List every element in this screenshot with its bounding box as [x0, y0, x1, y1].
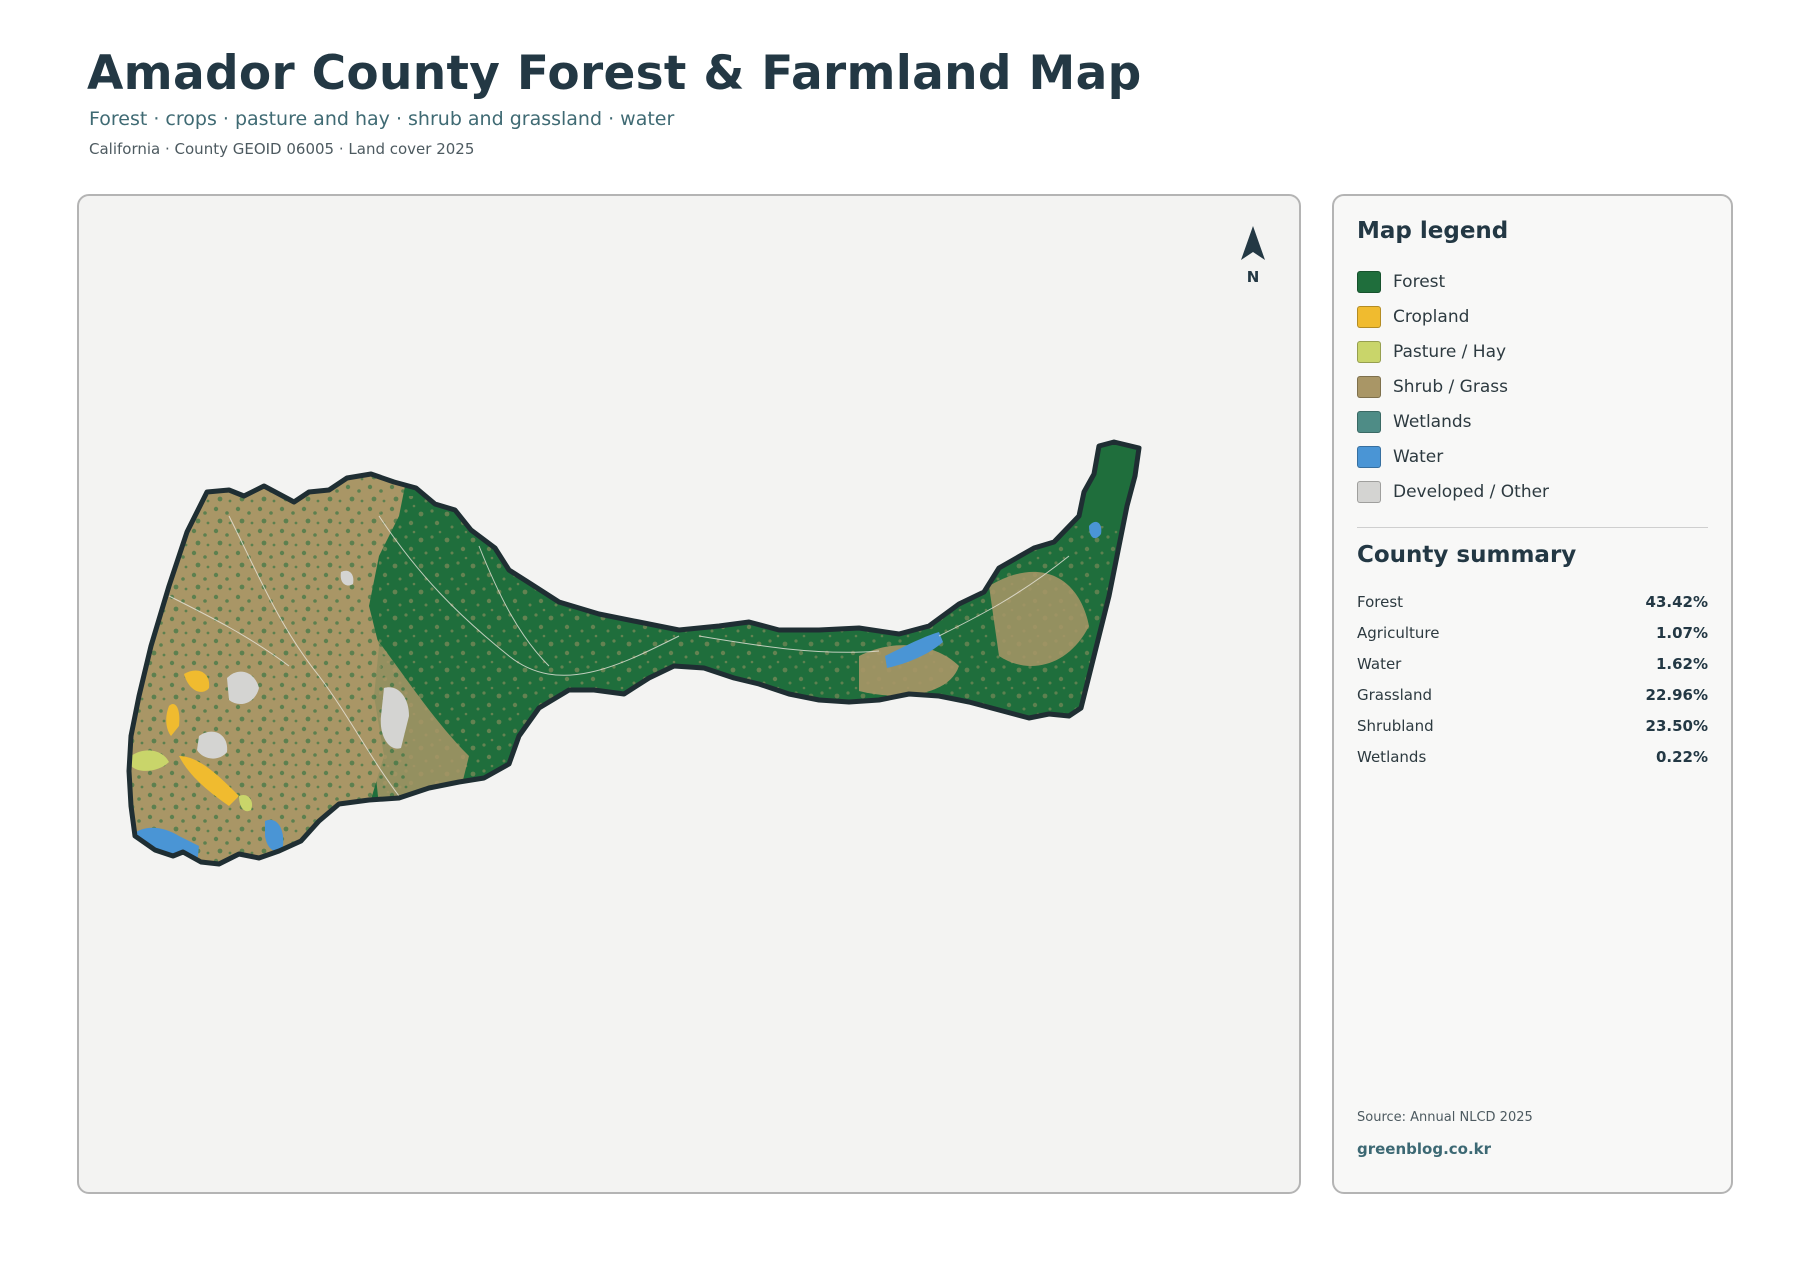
page-title: Amador County Forest & Farmland Map: [87, 46, 1142, 101]
summary-label: Grassland: [1357, 685, 1432, 704]
legend-label: Cropland: [1393, 306, 1470, 327]
summary-title: County summary: [1357, 542, 1577, 568]
summary-label: Shrubland: [1357, 716, 1434, 735]
legend-swatch-shrub-grass: [1357, 375, 1381, 398]
legend-swatch-pasture: [1357, 340, 1381, 363]
legend-label: Wetlands: [1393, 411, 1472, 432]
legend-label: Shrub / Grass: [1393, 376, 1508, 397]
legend-title: Map legend: [1357, 218, 1509, 244]
legend-swatch-water: [1357, 445, 1381, 468]
legend-swatch-forest: [1357, 270, 1381, 293]
summary-label: Wetlands: [1357, 747, 1427, 766]
summary-row-forest: Forest 43.42%: [1357, 586, 1708, 617]
summary-row-agriculture: Agriculture 1.07%: [1357, 617, 1708, 648]
summary-row-grassland: Grassland 22.96%: [1357, 679, 1708, 710]
county-summary: Forest 43.42% Agriculture 1.07% Water 1.…: [1357, 586, 1708, 772]
summary-value: 23.50%: [1645, 716, 1708, 735]
legend-item-shrub-grass: Shrub / Grass: [1357, 369, 1549, 404]
site-link[interactable]: greenblog.co.kr: [1357, 1140, 1491, 1158]
forest-speckle-west: [129, 466, 409, 864]
county-map[interactable]: [79, 196, 1301, 1194]
side-panel: Map legend Forest Cropland Pasture / Hay…: [1332, 194, 1733, 1194]
legend-label: Pasture / Hay: [1393, 341, 1507, 362]
map-panel[interactable]: N: [77, 194, 1301, 1194]
north-label: N: [1246, 268, 1260, 286]
legend-item-developed: Developed / Other: [1357, 474, 1549, 509]
summary-label: Forest: [1357, 592, 1404, 611]
north-arrow: N: [1233, 226, 1273, 286]
legend-label: Developed / Other: [1393, 481, 1550, 502]
legend-label: Water: [1393, 446, 1444, 467]
legend-list: Forest Cropland Pasture / Hay Shrub / Gr…: [1357, 264, 1549, 509]
summary-value: 1.62%: [1655, 654, 1708, 673]
land-cover-layer: [129, 442, 1139, 864]
legend-swatch-cropland: [1357, 305, 1381, 328]
summary-label: Water: [1357, 654, 1402, 673]
legend-item-wetlands: Wetlands: [1357, 404, 1549, 439]
summary-value: 1.07%: [1655, 623, 1708, 642]
legend-item-forest: Forest: [1357, 264, 1549, 299]
summary-row-wetlands: Wetlands 0.22%: [1357, 741, 1708, 772]
legend-swatch-developed: [1357, 480, 1381, 503]
page-meta: California · County GEOID 06005 · Land c…: [89, 140, 475, 158]
legend-label: Forest: [1393, 271, 1446, 292]
summary-value: 22.96%: [1645, 685, 1708, 704]
legend-item-cropland: Cropland: [1357, 299, 1549, 334]
legend-item-pasture: Pasture / Hay: [1357, 334, 1549, 369]
page-subtitle: Forest · crops · pasture and hay · shrub…: [89, 108, 675, 130]
summary-row-water: Water 1.62%: [1357, 648, 1708, 679]
summary-value: 43.42%: [1645, 592, 1708, 611]
north-arrow-icon: [1241, 226, 1265, 260]
panel-divider: [1357, 527, 1708, 528]
summary-label: Agriculture: [1357, 623, 1440, 642]
summary-row-shrubland: Shrubland 23.50%: [1357, 710, 1708, 741]
legend-item-water: Water: [1357, 439, 1549, 474]
shrub-speckle-central: [379, 496, 779, 796]
summary-value: 0.22%: [1655, 747, 1708, 766]
data-source: Source: Annual NLCD 2025: [1357, 1110, 1533, 1125]
legend-swatch-wetlands: [1357, 410, 1381, 433]
